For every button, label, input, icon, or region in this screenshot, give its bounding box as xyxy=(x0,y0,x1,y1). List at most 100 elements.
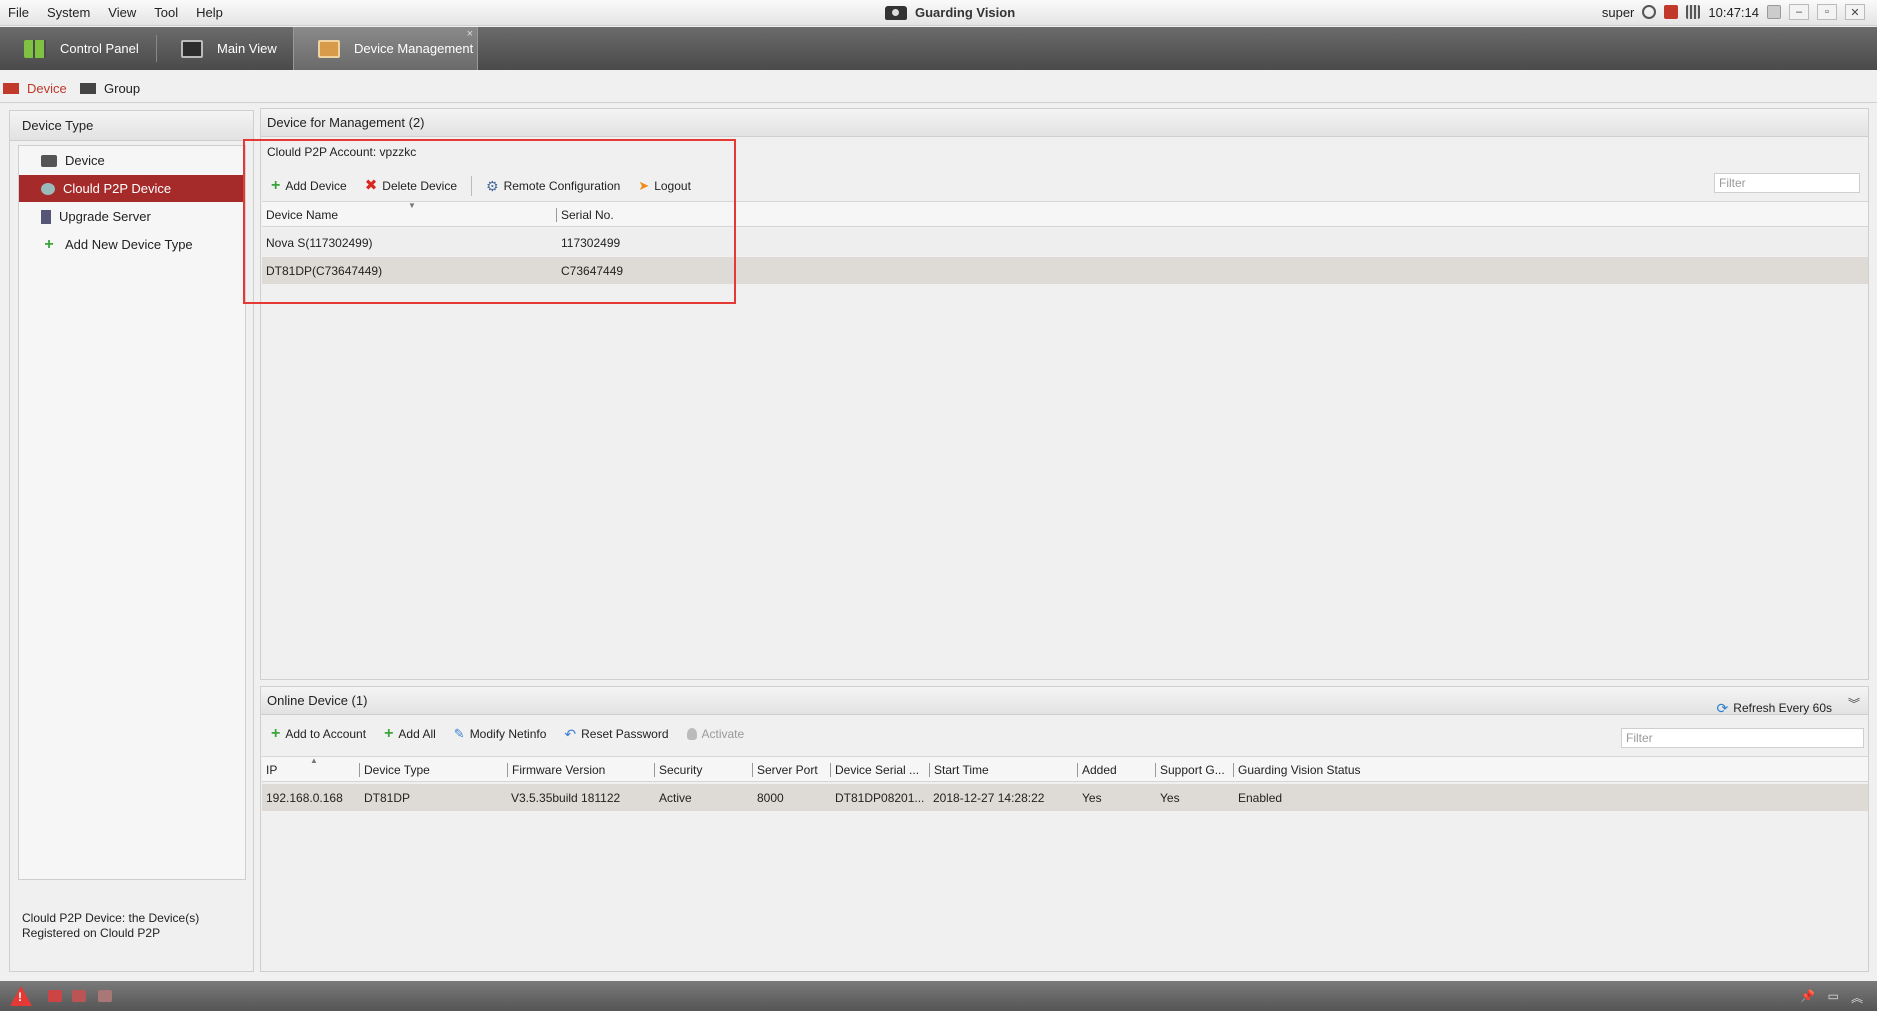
mute-icon[interactable] xyxy=(98,990,112,1002)
management-header: Device for Management (2) xyxy=(261,109,1868,137)
device-icon xyxy=(41,154,57,167)
add-to-account-button[interactable]: + Add to Account xyxy=(271,725,366,742)
subtab-device[interactable]: Device xyxy=(3,81,67,96)
cell-firmware: V3.5.35build 181122 xyxy=(511,791,621,805)
col-firmware-version[interactable]: Firmware Version xyxy=(507,763,605,777)
minimize-button[interactable]: – xyxy=(1789,4,1809,20)
subtab-label: Group xyxy=(104,81,141,96)
menu-view[interactable]: View xyxy=(106,5,146,20)
expand-icon[interactable]: ︽ xyxy=(1851,989,1863,1006)
title-bar: File System View Tool Help Guarding Visi… xyxy=(0,0,1877,26)
button-label: Modify Netinfo xyxy=(469,727,547,741)
restore-button[interactable]: ▫ xyxy=(1817,4,1837,20)
tab-control-panel[interactable]: Control Panel xyxy=(0,27,156,70)
plus-icon: + xyxy=(384,725,394,742)
tree-item-cloud-p2p-device[interactable]: Clould P2P Device xyxy=(19,175,245,202)
warning-icon[interactable] xyxy=(10,986,32,1006)
app-title: Guarding Vision xyxy=(885,5,1015,20)
sort-caret-icon: ▲ xyxy=(310,756,318,765)
col-device-serial[interactable]: Device Serial ... xyxy=(830,763,919,777)
menu-help[interactable]: Help xyxy=(194,5,233,20)
collapse-icon[interactable]: ︾ xyxy=(1848,690,1860,718)
group-icon xyxy=(80,83,96,94)
menu-bar: File System View Tool Help xyxy=(6,5,239,20)
tree-item-label: Device xyxy=(65,153,105,168)
module-tab-bar: Control Panel Main View Device Managemen… xyxy=(0,27,1877,70)
tree-item-label: Add New Device Type xyxy=(65,237,193,252)
clock: 10:47:14 xyxy=(1708,4,1759,20)
button-label: Activate xyxy=(701,727,745,741)
network-icon xyxy=(1642,5,1657,19)
cell-ip: 192.168.0.168 xyxy=(266,791,343,805)
col-support[interactable]: Support G... xyxy=(1155,763,1225,777)
tab-main-view[interactable]: Main View xyxy=(157,27,293,70)
pin-icon[interactable]: 📌 xyxy=(1800,989,1815,1003)
app-logo-icon xyxy=(885,5,907,20)
tab-label: Device Management xyxy=(354,41,474,56)
device-type-tree: Device Clould P2P Device Upgrade Server … xyxy=(18,145,246,880)
subtab-group[interactable]: Group xyxy=(80,81,140,96)
col-server-port[interactable]: Server Port xyxy=(752,763,818,777)
cpu-icon xyxy=(1664,5,1679,19)
window-icon[interactable]: ▭ xyxy=(1828,989,1839,1003)
device-icon xyxy=(3,83,19,94)
tree-item-add-new-device-type[interactable]: + Add New Device Type xyxy=(19,231,245,258)
plus-icon: + xyxy=(44,235,54,253)
menu-tool[interactable]: Tool xyxy=(152,5,188,20)
col-device-type[interactable]: Device Type xyxy=(359,763,430,777)
undo-icon: ↶ xyxy=(564,726,577,742)
menu-system[interactable]: System xyxy=(45,5,100,20)
col-security[interactable]: Security xyxy=(654,763,702,777)
plus-icon: + xyxy=(271,725,281,742)
cell-added: Yes xyxy=(1082,791,1102,805)
activate-button[interactable]: Activate xyxy=(686,727,745,741)
cell-device-serial: DT81DP08201... xyxy=(835,791,925,805)
refresh-label: Refresh Every 60s xyxy=(1733,701,1832,715)
tree-item-upgrade-server[interactable]: Upgrade Server xyxy=(19,203,245,230)
cell-server-port: 8000 xyxy=(757,791,784,805)
close-button[interactable]: ✕ xyxy=(1845,4,1865,20)
refresh-button[interactable]: ⟳ Refresh Every 60s xyxy=(1717,694,1832,722)
col-added[interactable]: Added xyxy=(1077,763,1117,777)
col-ip[interactable]: IP xyxy=(262,763,277,777)
cell-status: Enabled xyxy=(1238,791,1283,805)
tree-item-label: Upgrade Server xyxy=(59,209,151,224)
refresh-icon: ⟳ xyxy=(1716,700,1729,716)
highlight-annotation xyxy=(243,139,736,304)
device-type-description: Clould P2P Device: the Device(s) Registe… xyxy=(22,911,200,940)
tab-label: Main View xyxy=(217,41,277,56)
edit-icon: ✎ xyxy=(453,726,465,741)
add-all-button[interactable]: + Add All xyxy=(384,725,436,742)
button-label: Reset Password xyxy=(581,727,669,741)
cell-support: Yes xyxy=(1160,791,1180,805)
online-device-panel: Online Device (1) ⟳ Refresh Every 60s ︾ … xyxy=(260,686,1869,972)
online-filter-input[interactable] xyxy=(1621,728,1864,748)
lock-icon[interactable] xyxy=(1767,5,1781,19)
ram-icon xyxy=(1686,5,1701,19)
status-area: super 10:47:14 – ▫ ✕ xyxy=(1602,4,1865,20)
online-toolbar: + Add to Account + Add All ✎ Modify Neti… xyxy=(271,725,762,742)
col-guarding-vision-status[interactable]: Guarding Vision Status xyxy=(1233,763,1361,777)
cell-start-time: 2018-12-27 14:28:22 xyxy=(933,791,1045,805)
cell-device-type: DT81DP xyxy=(364,791,411,805)
management-filter-input[interactable] xyxy=(1714,173,1860,193)
online-header: Online Device (1) ⟳ Refresh Every 60s ︾ xyxy=(261,687,1868,715)
sub-tab-bar: Device Group xyxy=(0,77,1877,103)
table-row[interactable]: 192.168.0.168 DT81DP V3.5.35build 181122… xyxy=(262,784,1868,811)
alarm-icon[interactable] xyxy=(48,990,62,1002)
tab-device-management[interactable]: Device Management × xyxy=(293,27,478,70)
tree-item-device[interactable]: Device xyxy=(19,147,245,174)
col-start-time[interactable]: Start Time xyxy=(929,763,989,777)
cell-security: Active xyxy=(659,791,692,805)
control-panel-icon xyxy=(24,39,46,58)
device-type-header: Device Type xyxy=(10,111,253,141)
tab-close-icon[interactable]: × xyxy=(467,28,473,40)
user-name: super xyxy=(1601,4,1635,20)
menu-file[interactable]: File xyxy=(6,5,39,20)
device-management-icon xyxy=(318,39,340,58)
modify-netinfo-button[interactable]: ✎ Modify Netinfo xyxy=(454,727,547,741)
status-bar: 📌 ▭ ︽ xyxy=(0,981,1877,1011)
subtab-label: Device xyxy=(27,81,67,96)
record-icon[interactable] xyxy=(72,990,86,1002)
reset-password-button[interactable]: ↶ Reset Password xyxy=(564,727,668,741)
